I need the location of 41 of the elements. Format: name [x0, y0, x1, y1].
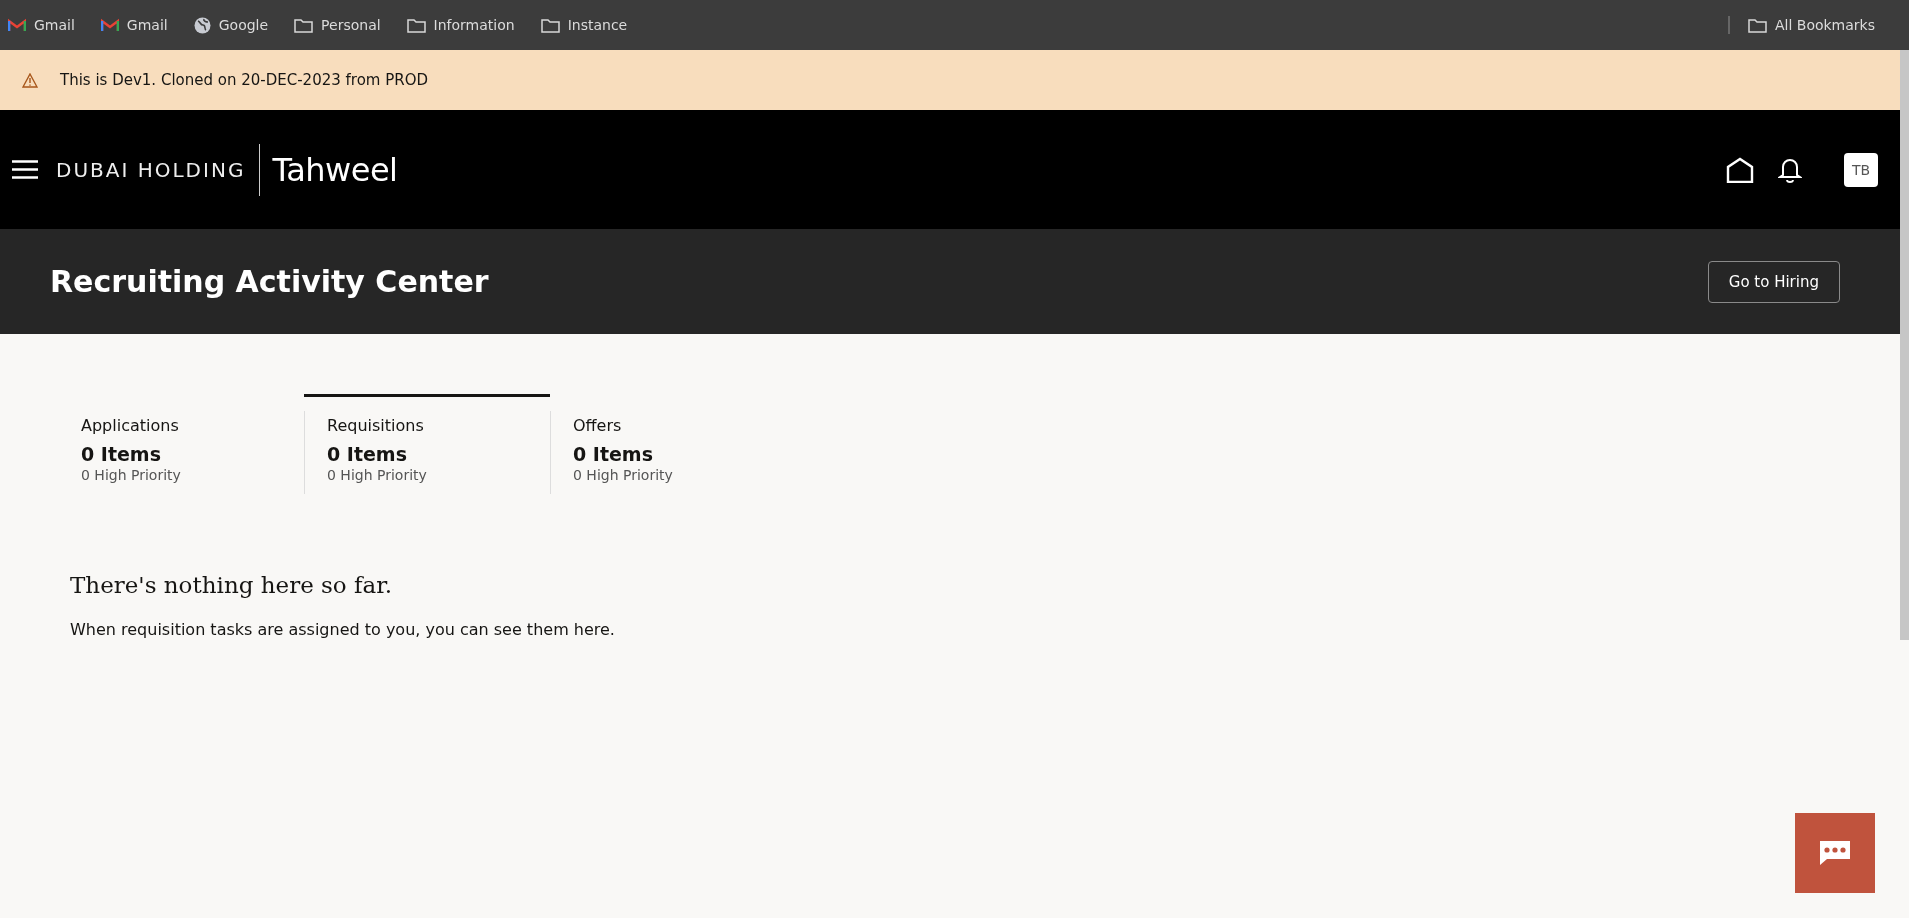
all-bookmarks[interactable]: All Bookmarks [1747, 17, 1875, 33]
mail-icon [100, 18, 119, 32]
tab-label: Offers [573, 416, 623, 435]
summary-tab[interactable]: Applications 0 Items 0 High Priority [58, 394, 304, 494]
home-icon[interactable] [1726, 156, 1754, 183]
folder-icon [294, 17, 314, 33]
bookmark[interactable]: Gmail [100, 17, 168, 33]
priority-count: 0 High Priority [81, 467, 182, 483]
summary-tab[interactable]: Requisitions 0 Items 0 High Priority [304, 394, 550, 494]
item-count: 0 Items [573, 443, 654, 465]
product-logo: Tahweel [272, 150, 398, 189]
priority-count: 0 High Priority [327, 467, 428, 483]
mail-icon [8, 18, 26, 32]
bookmark[interactable]: Information [406, 17, 515, 33]
bookmark[interactable]: Personal [294, 17, 381, 33]
folder-icon [1747, 17, 1767, 33]
item-count: 0 Items [81, 443, 162, 465]
tab-label: Applications [81, 416, 180, 435]
menu-icon[interactable] [12, 160, 38, 179]
company-logo: DUBAI HOLDING [56, 157, 246, 182]
priority-count: 0 High Priority [573, 467, 674, 483]
warning-icon [22, 72, 38, 88]
go-to-hiring-button[interactable]: Go to Hiring [1707, 260, 1840, 303]
folder-icon [406, 17, 426, 33]
bookmark[interactable]: Gmail [8, 17, 75, 33]
summary-tab[interactable]: Offers 0 Items 0 High Priority [550, 394, 796, 494]
empty-message: When requisition tasks are assigned to you, you can see them here. [70, 620, 616, 639]
empty-heading: There's nothing here so far. [70, 572, 394, 598]
folder-icon [540, 17, 560, 33]
bookmark[interactable]: Instance [540, 17, 628, 33]
environment-notice: This is Dev1. Cloned on 20-DEC-2023 from PROD [60, 71, 429, 89]
tab-label: Requisitions [327, 416, 425, 435]
chat-button[interactable] [1795, 813, 1875, 893]
bookmark[interactable]: Google [193, 16, 269, 34]
notifications-icon[interactable] [1778, 156, 1802, 183]
globe-icon [193, 16, 211, 34]
page-title: Recruiting Activity Center [50, 264, 490, 299]
scrollbar-thumb[interactable] [1900, 50, 1909, 640]
item-count: 0 Items [327, 443, 408, 465]
chat-icon [1818, 840, 1852, 866]
user-avatar[interactable]: TB [1844, 152, 1878, 187]
